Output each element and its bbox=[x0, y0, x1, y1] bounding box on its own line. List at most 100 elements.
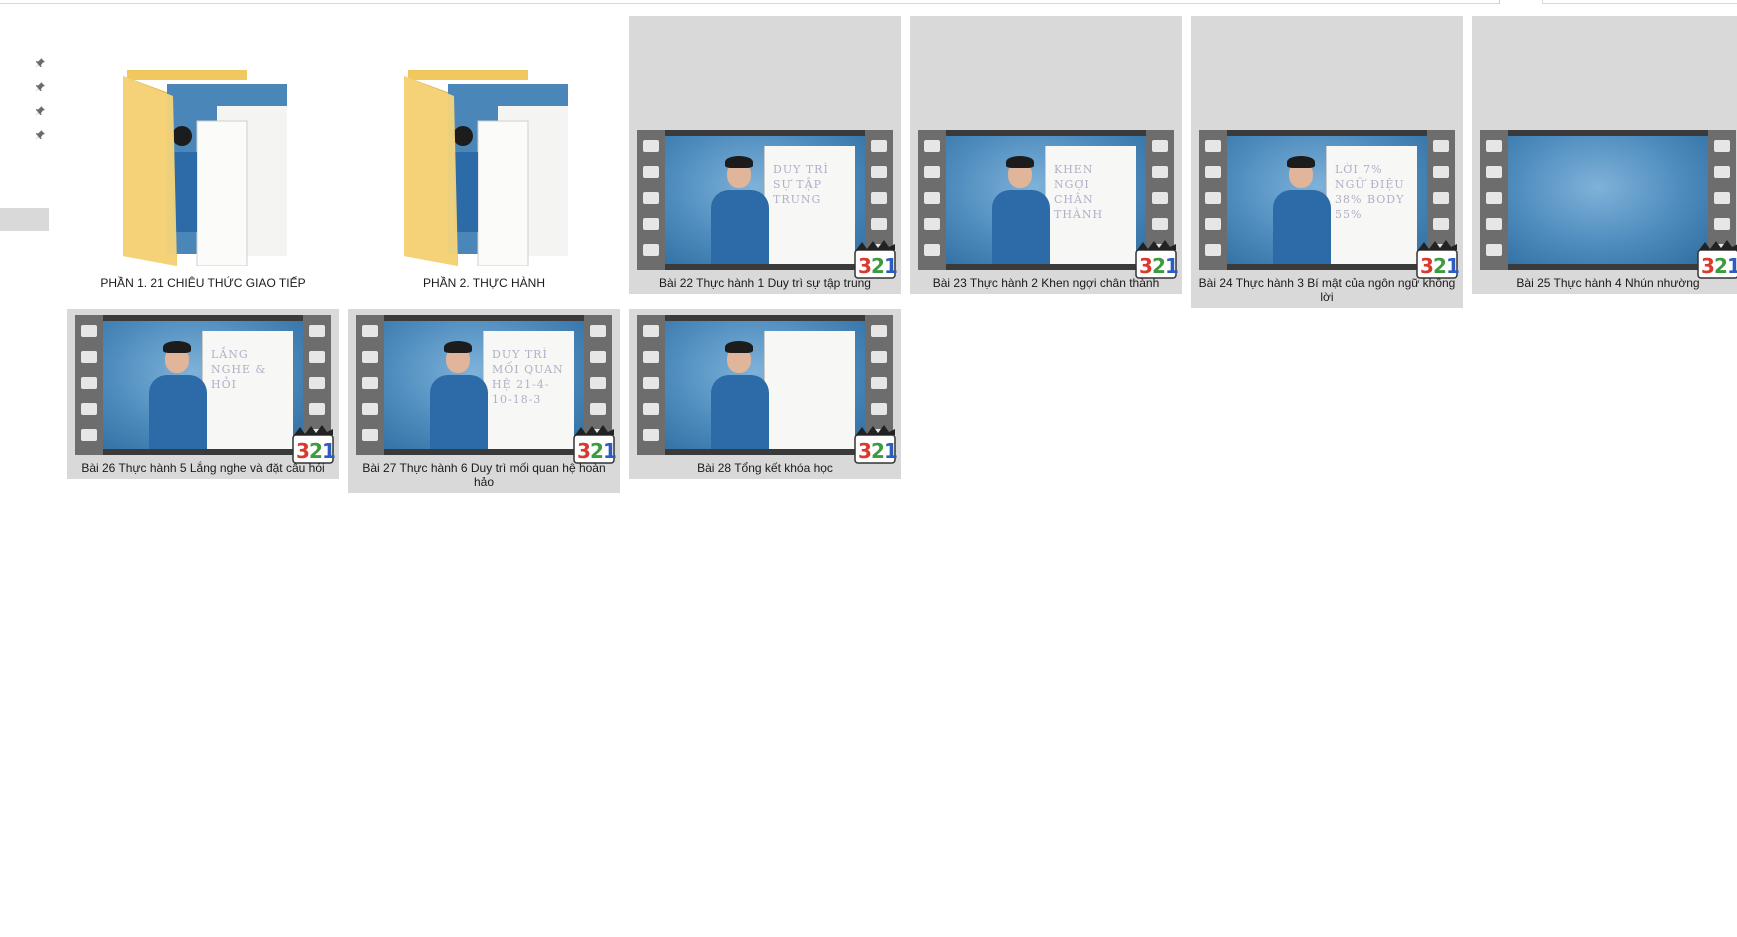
film-sprocket bbox=[81, 403, 97, 415]
video-frame bbox=[1508, 136, 1708, 264]
film-sprocket bbox=[590, 325, 606, 337]
pin-icon bbox=[35, 58, 45, 68]
svg-text:1: 1 bbox=[322, 439, 335, 463]
film-sprocket bbox=[643, 429, 659, 441]
svg-text:2: 2 bbox=[590, 439, 604, 463]
film-sprocket bbox=[309, 377, 325, 389]
svg-text:2: 2 bbox=[871, 439, 885, 463]
video-thumbnail: LỜI 7% NGỮ ĐIỆU 38% BODY 55% 3 2 1 bbox=[1199, 130, 1459, 279]
video-thumbnail: KHEN NGỢI CHÂN THÀNH 3 2 1 bbox=[918, 130, 1178, 279]
svg-text:1: 1 bbox=[1165, 254, 1178, 278]
film-sprocket bbox=[590, 377, 606, 389]
film-sprocket bbox=[1486, 140, 1502, 152]
navigation-pane bbox=[0, 5, 50, 937]
quick-access-pin-1[interactable] bbox=[33, 56, 47, 70]
film-sprocket bbox=[1152, 218, 1168, 230]
film-sprocket bbox=[643, 192, 659, 204]
film-sprocket bbox=[81, 325, 97, 337]
badge-digit: 3 bbox=[1139, 254, 1153, 278]
video-thumbnail: DUY TRÌ SỰ TẬP TRUNG 3 2 1 bbox=[637, 130, 897, 279]
film-sprocket bbox=[871, 325, 887, 337]
film-sprocket bbox=[81, 429, 97, 441]
whiteboard-text: LỜI 7% NGỮ ĐIỆU 38% BODY 55% bbox=[1335, 163, 1405, 221]
folder-item[interactable]: PHẦN 2. THỰC HÀNH bbox=[348, 16, 620, 294]
film-sprocket bbox=[1714, 192, 1730, 204]
video-file-item[interactable]: 3 2 1 Bài 28 Tổng kết khóa học bbox=[629, 309, 901, 479]
presenter bbox=[1267, 154, 1337, 264]
whiteboard: LẮNG NGHE & HỎI bbox=[202, 331, 293, 449]
address-bar[interactable] bbox=[0, 0, 1500, 4]
film-sprocket bbox=[1433, 192, 1449, 204]
film-sprocket bbox=[643, 166, 659, 178]
whiteboard bbox=[764, 331, 855, 449]
video-frame: LẮNG NGHE & HỎI bbox=[103, 321, 303, 449]
film-sprocket bbox=[1205, 166, 1221, 178]
film-sprocket bbox=[871, 166, 887, 178]
presenter bbox=[705, 339, 775, 449]
film-sprocket bbox=[362, 325, 378, 337]
video-frame: KHEN NGỢI CHÂN THÀNH bbox=[946, 136, 1146, 264]
film-sprocket bbox=[362, 377, 378, 389]
file-name-label: Bài 22 Thực hành 1 Duy trì sự tập trung bbox=[659, 276, 871, 290]
media-player-classic-icon: 321 bbox=[573, 425, 616, 464]
film-sprocket bbox=[643, 377, 659, 389]
film-sprocket bbox=[643, 325, 659, 337]
folder-item[interactable]: PHẦN 1. 21 CHIÊU THỨC GIAO TIẾP bbox=[67, 16, 339, 294]
film-sprocket bbox=[309, 325, 325, 337]
video-file-item[interactable]: DUY TRÌ MỐI QUAN HỆ 21-4-10-18-3 3 2 1 Bài 2… bbox=[348, 309, 620, 493]
quick-access-pin-3[interactable] bbox=[33, 104, 47, 118]
nav-selected-item[interactable] bbox=[0, 208, 49, 231]
video-file-item[interactable]: DUY TRÌ SỰ TẬP TRUNG 3 2 1 Bài 22 Thực hành … bbox=[629, 16, 901, 294]
video-file-item[interactable]: KHEN NGỢI CHÂN THÀNH 3 2 1 Bài 23 Thực hành … bbox=[910, 16, 1182, 294]
badge-digit: 3 bbox=[858, 254, 872, 278]
svg-text:1: 1 bbox=[884, 439, 897, 463]
pin-icon bbox=[35, 130, 45, 140]
film-strip-left bbox=[1480, 130, 1508, 270]
video-file-item[interactable]: LỜI 7% NGỮ ĐIỆU 38% BODY 55% 3 2 1 Bài 24 Th… bbox=[1191, 16, 1463, 308]
whiteboard-text: KHEN NGỢI CHÂN THÀNH bbox=[1054, 163, 1104, 221]
file-name-label: PHẦN 2. THỰC HÀNH bbox=[422, 276, 546, 290]
film-sprocket bbox=[1486, 244, 1502, 256]
film-sprocket bbox=[1433, 218, 1449, 230]
film-sprocket bbox=[1205, 140, 1221, 152]
whiteboard: KHEN NGỢI CHÂN THÀNH bbox=[1045, 146, 1136, 264]
film-sprocket bbox=[924, 166, 940, 178]
film-sprocket bbox=[924, 140, 940, 152]
film-frame-bottom bbox=[103, 449, 303, 455]
whiteboard: DUY TRÌ SỰ TẬP TRUNG bbox=[764, 146, 855, 264]
badge-digit: 3 bbox=[858, 439, 872, 463]
film-sprocket bbox=[1205, 192, 1221, 204]
whiteboard-text: DUY TRÌ MỐI QUAN HỆ 21-4-10-18-3 bbox=[492, 348, 564, 406]
badge-digit: 3 bbox=[1420, 254, 1434, 278]
film-sprocket bbox=[362, 351, 378, 363]
film-sprocket bbox=[871, 192, 887, 204]
film-strip-left bbox=[637, 130, 665, 270]
video-thumbnail: DUY TRÌ MỐI QUAN HỆ 21-4-10-18-3 3 2 1 bbox=[356, 315, 616, 464]
quick-access-pin-4[interactable] bbox=[33, 128, 47, 142]
film-sprocket bbox=[871, 218, 887, 230]
media-player-classic-icon: 321 bbox=[292, 425, 335, 464]
film-sprocket bbox=[1486, 192, 1502, 204]
film-sprocket bbox=[1152, 192, 1168, 204]
video-thumbnail: 321 bbox=[637, 315, 897, 464]
quick-access-pin-2[interactable] bbox=[33, 80, 47, 94]
file-name-label: Bài 24 Thực hành 3 Bí mật của ngôn ngữ k… bbox=[1198, 276, 1456, 304]
search-box[interactable] bbox=[1542, 0, 1737, 4]
film-sprocket bbox=[924, 218, 940, 230]
presenter bbox=[424, 339, 494, 449]
film-sprocket bbox=[362, 403, 378, 415]
video-file-item[interactable]: LẮNG NGHE & HỎI 3 2 1 Bài 26 Thực hành 5 Lắn… bbox=[67, 309, 339, 479]
badge-digit: 3 bbox=[296, 439, 310, 463]
presenter bbox=[143, 339, 213, 449]
film-strip-left bbox=[918, 130, 946, 270]
film-strip-left bbox=[637, 315, 665, 455]
presenter bbox=[986, 154, 1056, 264]
film-frame-bottom bbox=[665, 449, 865, 455]
film-sprocket bbox=[309, 403, 325, 415]
film-sprocket bbox=[871, 351, 887, 363]
toolbar bbox=[0, 0, 1737, 5]
video-file-item[interactable]: 3 2 1 Bài 25 Thực hành 4 Nhún nhường bbox=[1472, 16, 1737, 294]
video-thumbnail: 321 bbox=[1480, 130, 1737, 279]
badge-digit: 3 bbox=[577, 439, 591, 463]
film-sprocket bbox=[643, 351, 659, 363]
